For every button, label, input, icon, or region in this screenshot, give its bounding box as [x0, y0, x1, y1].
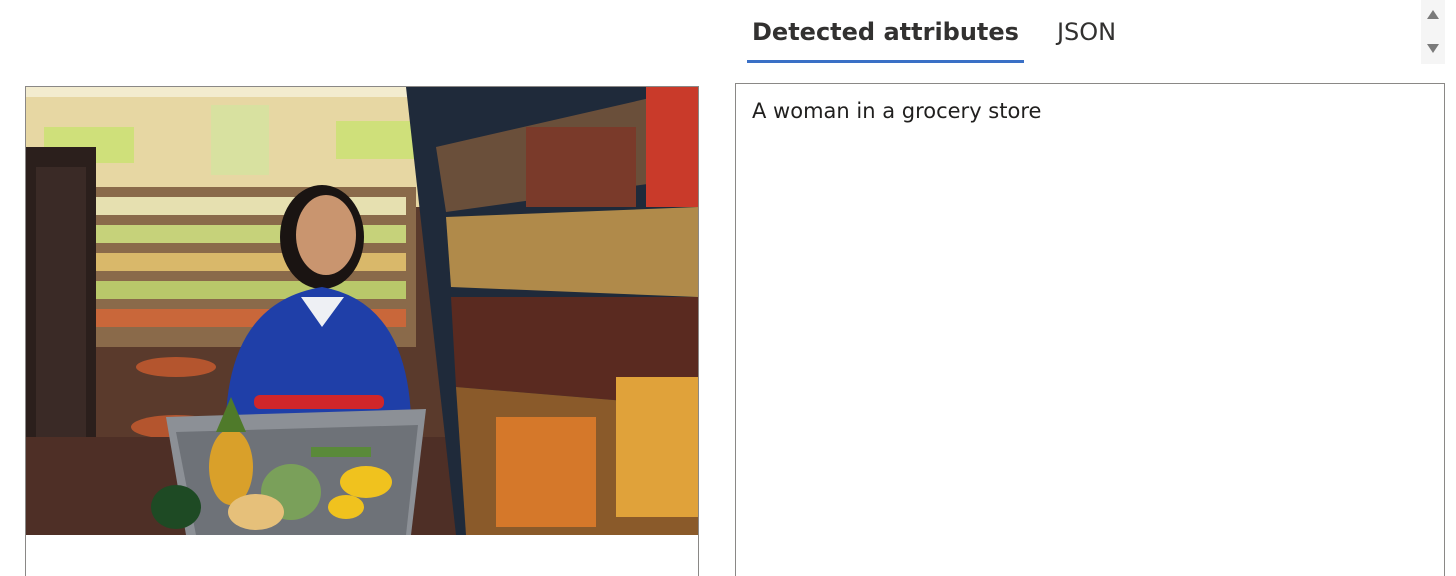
tab-json[interactable]: JSON: [1052, 12, 1121, 63]
tabs-scrollbar[interactable]: [1421, 0, 1445, 64]
image-preview-card: [25, 86, 699, 576]
scroll-down-arrow-icon[interactable]: [1427, 44, 1439, 53]
image-analysis-page: Detected attributes JSON A woman in a gr…: [0, 0, 1456, 576]
tab-detected-attributes[interactable]: Detected attributes: [747, 12, 1024, 63]
detected-attributes-panel: A woman in a grocery store: [735, 83, 1445, 576]
result-tabs: Detected attributes JSON: [747, 12, 1121, 64]
scroll-up-arrow-icon[interactable]: [1427, 10, 1439, 19]
caption-text: A woman in a grocery store: [752, 99, 1042, 123]
grocery-store-photo: [26, 87, 698, 535]
